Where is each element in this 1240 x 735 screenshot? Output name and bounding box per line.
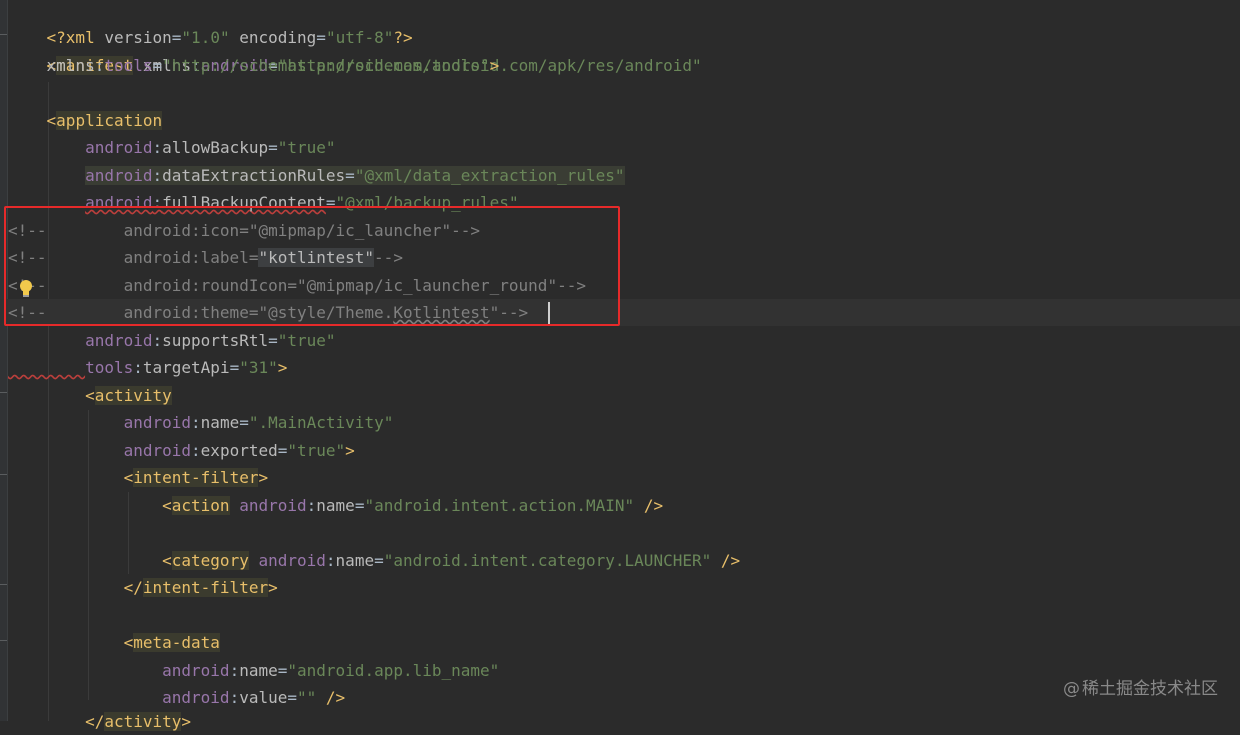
code-line-1[interactable]: <?xml version="1.0" encoding="utf-8"?> [8,0,413,47]
code-line-13[interactable]: android:supportsRtl="true" [8,327,335,354]
fold-marker[interactable] [0,474,7,475]
code-line-18[interactable]: <intent-filter> [8,464,268,491]
fold-marker[interactable] [0,640,7,641]
fold-marker[interactable] [0,584,7,585]
watermark-text: 稀土掘金技术社区 [1082,679,1218,699]
code-line-5[interactable]: <application [8,107,163,134]
annotation-highlight-box [4,206,620,326]
editor-gutter[interactable] [0,0,8,721]
code-line-19[interactable]: <action android:name="android.intent.act… [8,492,663,519]
code-line-16[interactable]: android:name=".MainActivity" [8,409,394,436]
code-line-7[interactable]: android:dataExtractionRules="@xml/data_e… [8,162,625,189]
code-editor[interactable]: <?xml version="1.0" encoding="utf-8"?> <… [0,0,1240,731]
code-line-3[interactable]: xmlns:tools="http://schemas.android.com/… [8,52,500,79]
code-line-27[interactable]: </activity> [8,708,191,735]
code-line-15[interactable]: <activity [8,382,172,409]
fold-marker[interactable] [0,34,7,35]
code-line-25[interactable]: android:name="android.app.lib_name" [8,657,499,684]
code-line-14[interactable]: tools:targetApi="31"> [8,354,287,381]
code-line-26[interactable]: android:value="" /> [8,684,345,711]
code-line-6[interactable]: android:allowBackup="true" [8,134,335,161]
code-line-22[interactable]: </intent-filter> [8,574,278,601]
watermark-symbol: @ [1063,679,1080,699]
code-line-2[interactable]: <manifest xmlns:android="http://schemas.… [8,25,702,75]
code-line-24[interactable]: <meta-data [8,629,220,656]
code-line-17[interactable]: android:exported="true"> [8,437,355,464]
watermark: @ 稀土掘金技术社区 [1063,676,1218,702]
code-line-21[interactable]: <category android:name="android.intent.c… [8,547,740,574]
fold-marker[interactable] [0,392,7,393]
